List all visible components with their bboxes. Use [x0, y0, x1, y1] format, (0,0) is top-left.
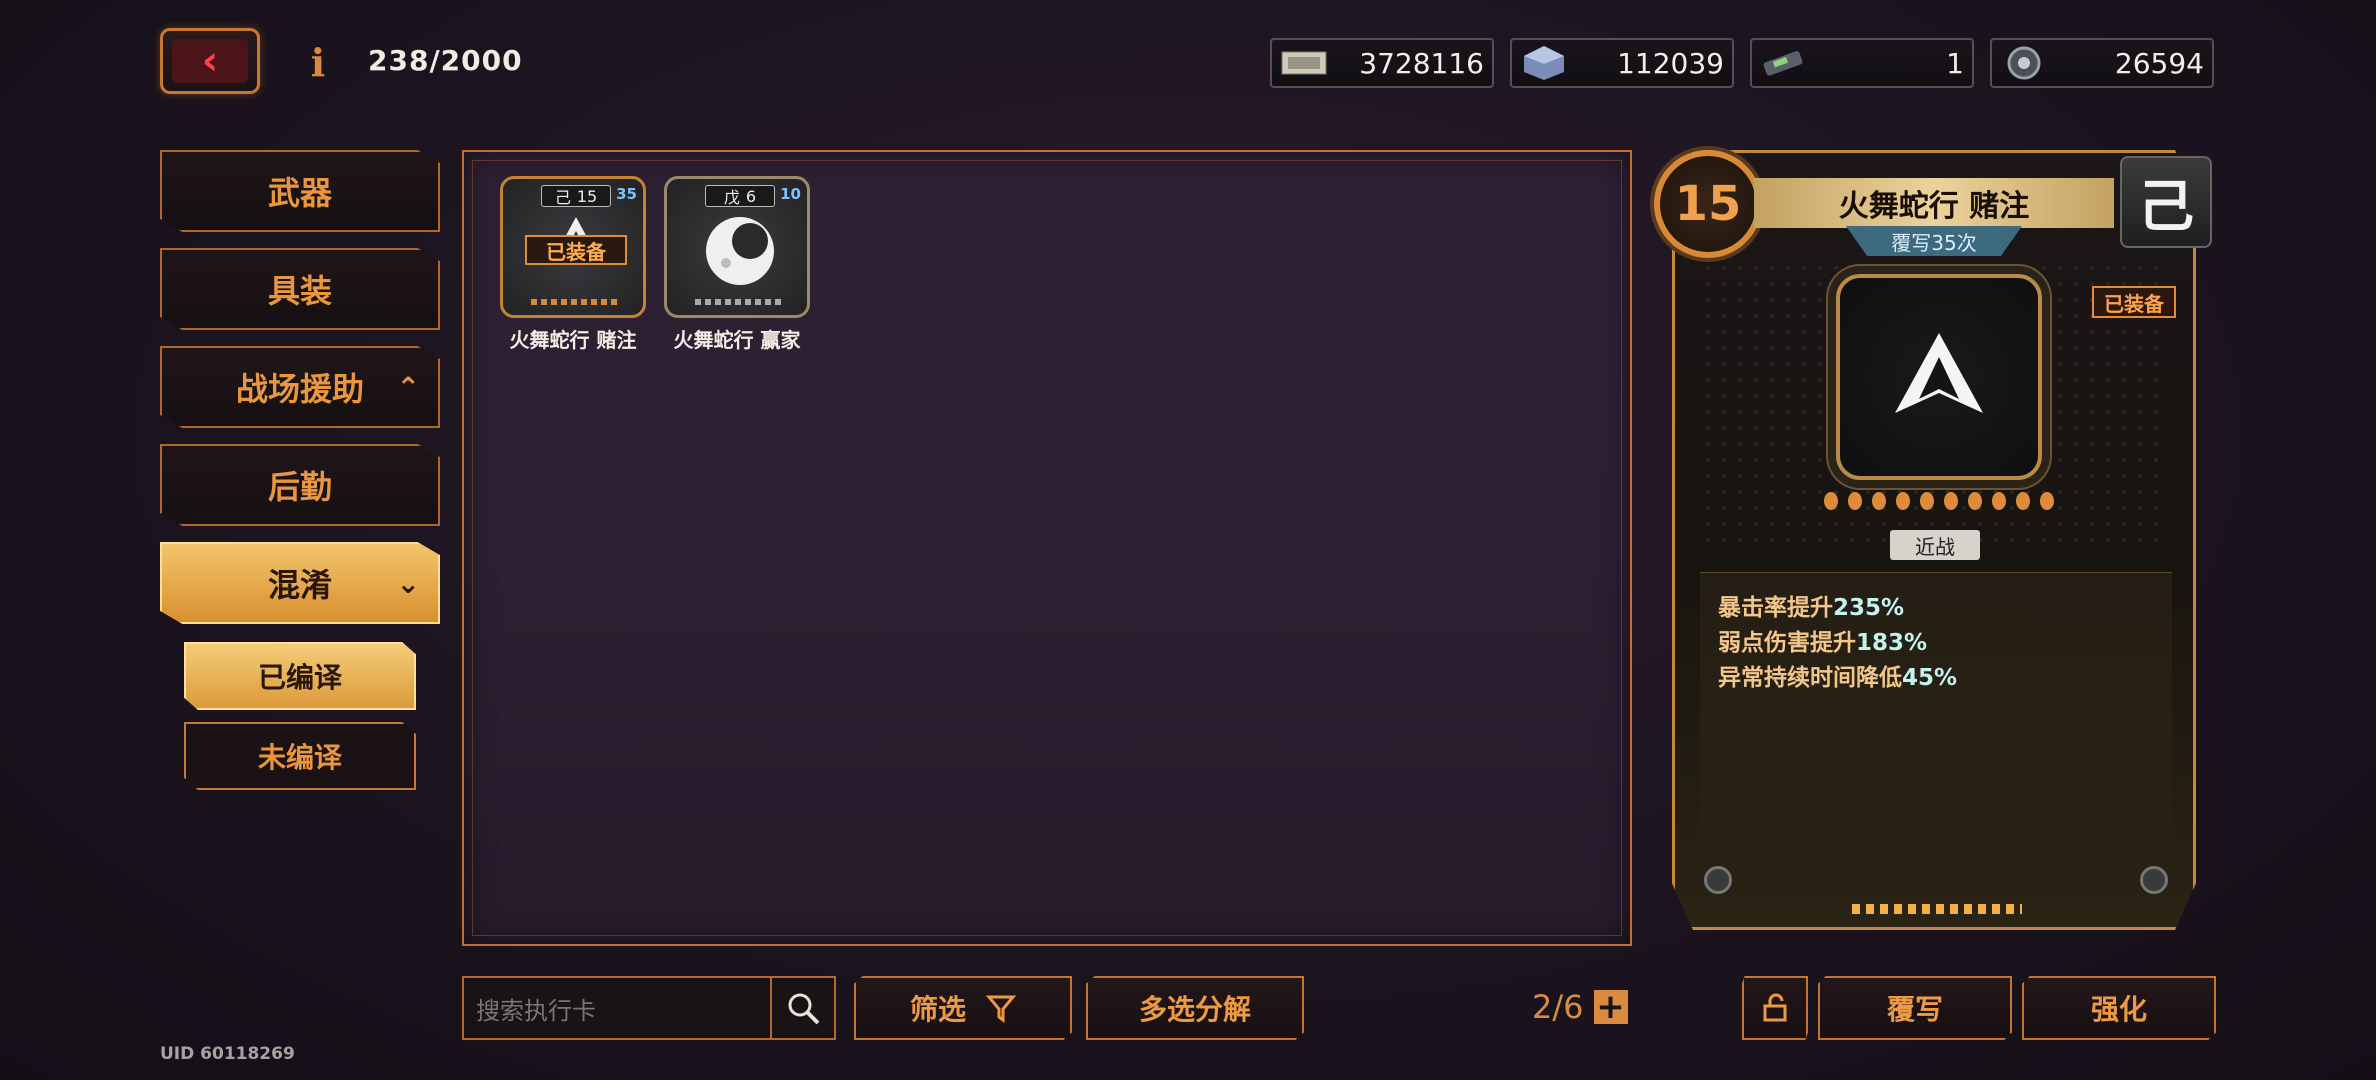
- card-item[interactable]: 戊6 10 火舞蛇行 赢家: [664, 176, 810, 352]
- card-rank-dots: [531, 299, 621, 305]
- search-button[interactable]: [770, 978, 834, 1038]
- card-item[interactable]: 己 15 35 已装备 火舞蛇行 赌注: [500, 176, 646, 352]
- card-frame: 己 15 35 已装备: [500, 176, 646, 318]
- lock-button[interactable]: [1742, 976, 1808, 1040]
- cash-icon: [1278, 43, 1330, 83]
- stat-row: 异常持续时间降低45%: [1718, 665, 1958, 691]
- enhance-button[interactable]: 强化: [2022, 976, 2216, 1040]
- panel-glow-strip: [1852, 904, 2022, 914]
- page-indicator: 2/6 +: [1532, 987, 1628, 1027]
- rank-pips: [1824, 492, 2054, 512]
- equipped-tag: 已装备: [525, 235, 627, 265]
- slot-badge: 己: [2120, 156, 2212, 248]
- search-input[interactable]: 搜索执行卡: [464, 991, 770, 1026]
- stats-panel: 暴击率提升235% 弱点伤害提升183% 异常持续时间降低45%: [1700, 572, 2172, 872]
- card-plus: 35: [616, 185, 637, 203]
- stat-row: 暴击率提升235%: [1718, 595, 1905, 621]
- moon-emblem-icon: [706, 217, 774, 285]
- card-grid-panel: 己 15 35 已装备 火舞蛇行 赌注 戊6 10 火舞蛇行 赢家: [462, 150, 1632, 946]
- detail-card-art: [1836, 274, 2042, 480]
- unlock-icon: [1763, 993, 1787, 1022]
- search-bar[interactable]: 搜索执行卡: [462, 976, 836, 1040]
- filter-button[interactable]: 筛选: [854, 976, 1072, 1040]
- chevron-down-icon: ⌄: [396, 566, 420, 600]
- rewrite-button[interactable]: 覆写: [1818, 976, 2012, 1040]
- detail-equipped-tag: 已装备: [2092, 286, 2176, 318]
- currency-chip: 1: [1750, 38, 1974, 88]
- card-name: 火舞蛇行 赢家: [673, 328, 801, 352]
- menu-battlefield-support[interactable]: 战场援助 ⌃: [160, 346, 440, 428]
- bulk-dismantle-button[interactable]: 多选分解: [1086, 976, 1304, 1040]
- menu-obfuscation[interactable]: 混淆 ⌄: [160, 542, 440, 624]
- card-type-tag: 近战: [1890, 530, 1980, 560]
- back-arrow-icon: ‹: [172, 39, 248, 83]
- user-id: UID 60118269: [160, 1044, 295, 1064]
- filter-icon: [986, 995, 1016, 1023]
- screw-icon: [2140, 866, 2168, 894]
- card-rank-dots: [695, 299, 785, 305]
- chevron-up-icon: ⌃: [396, 370, 420, 404]
- card-level: 戊6: [705, 185, 775, 207]
- data-cube-icon: [1518, 43, 1570, 83]
- screw-icon: [1704, 866, 1732, 894]
- currency-data-cube: 112039: [1510, 38, 1734, 88]
- search-icon: [788, 993, 820, 1025]
- inventory-capacity: 238/2000: [368, 44, 523, 77]
- info-icon[interactable]: i: [306, 40, 330, 85]
- menu-logistics[interactable]: 后勤: [160, 444, 440, 526]
- gear-core-icon: [1998, 43, 2050, 83]
- currency-cash: 3728116: [1270, 38, 1494, 88]
- add-page-icon[interactable]: +: [1593, 987, 1628, 1027]
- rewrite-count: 覆写35次: [1846, 226, 2022, 256]
- card-plus: 10: [780, 185, 801, 203]
- card-level: 己 15: [541, 185, 611, 207]
- currency-gear-core: 26594: [1990, 38, 2214, 88]
- stat-row: 弱点伤害提升183%: [1718, 630, 1928, 656]
- tri-emblem-icon: [1895, 333, 1983, 413]
- card-frame: 戊6 10: [664, 176, 810, 318]
- back-button[interactable]: ‹: [160, 28, 260, 94]
- detail-level-badge: 15: [1654, 150, 1762, 258]
- sub-uncompiled[interactable]: 未编译: [184, 722, 416, 790]
- menu-weapons[interactable]: 武器: [160, 150, 440, 232]
- sub-compiled[interactable]: 已编译: [184, 642, 416, 710]
- detail-title: 火舞蛇行 赌注: [1754, 178, 2114, 228]
- chip-icon: [1758, 43, 1810, 83]
- card-name: 火舞蛇行 赌注: [509, 328, 637, 352]
- menu-armor[interactable]: 具装: [160, 248, 440, 330]
